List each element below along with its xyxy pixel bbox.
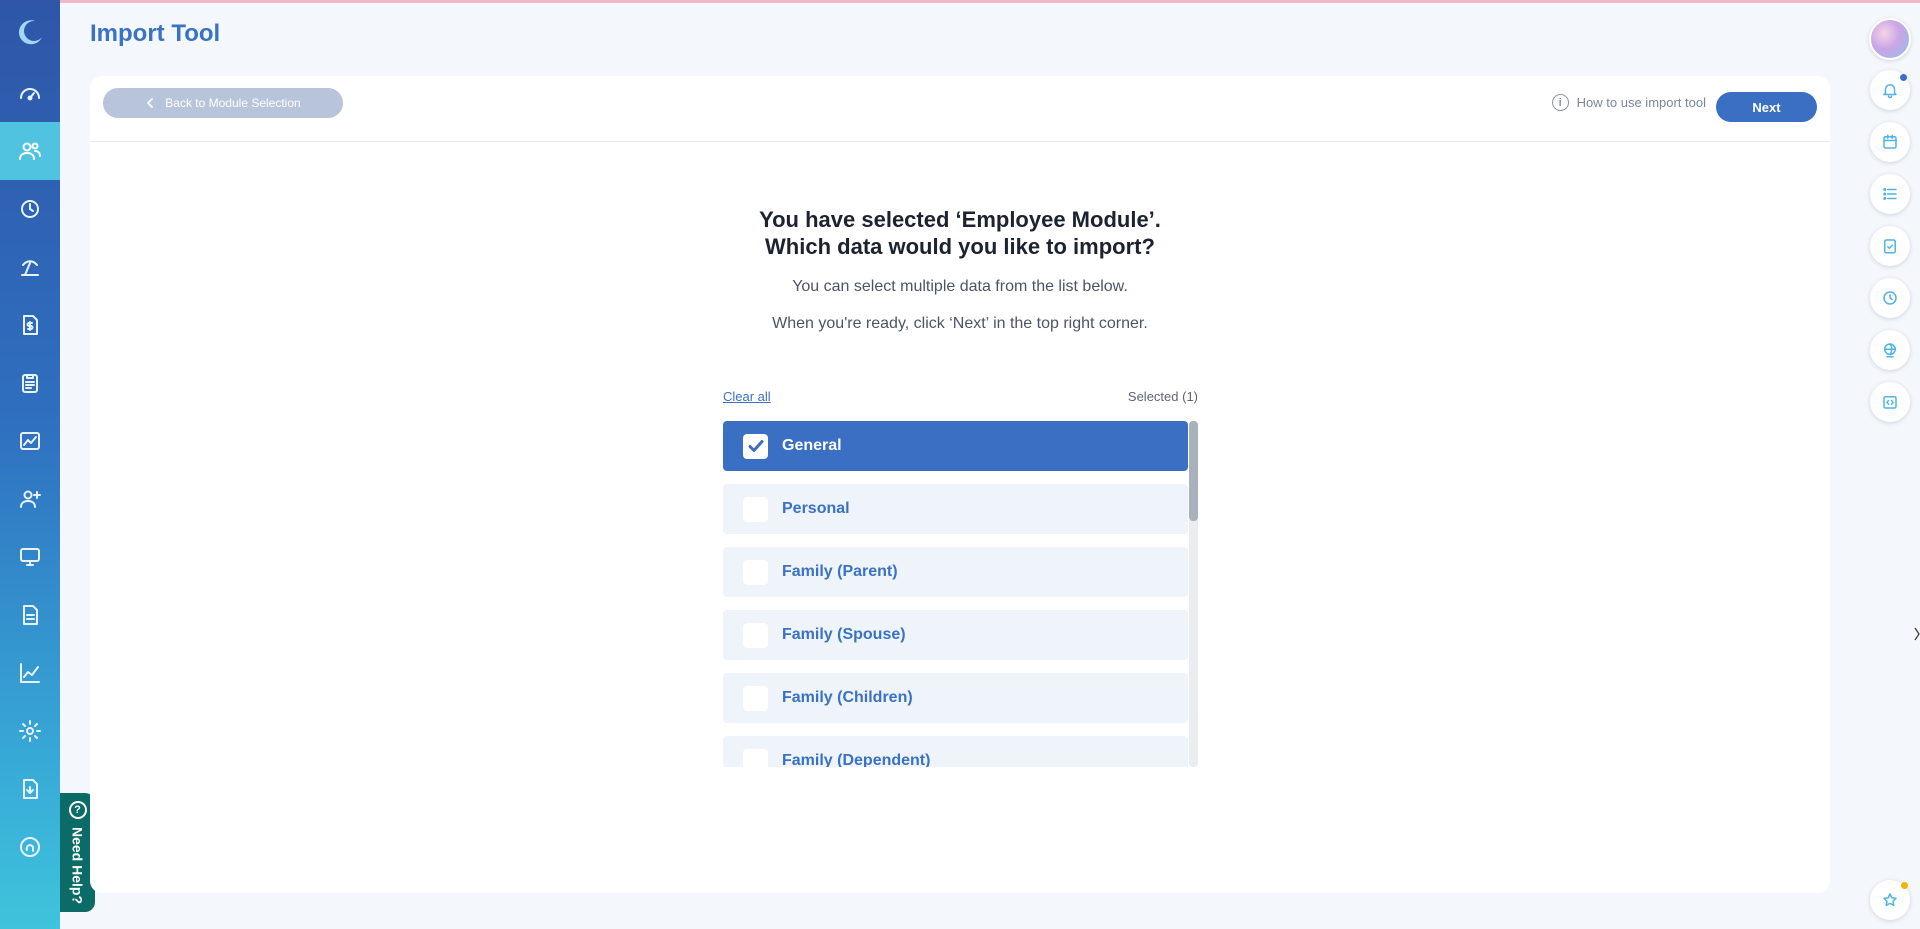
bell-icon (1883, 84, 1897, 99)
back-to-module-selection-button[interactable]: Back to Module Selection (103, 88, 343, 118)
employees-icon (19, 142, 41, 160)
data-type-list: General Personal Family (Parent) Family (Sp… (723, 421, 1188, 767)
clipboard-check-icon (1884, 239, 1896, 254)
checkmark-icon (748, 440, 763, 452)
list-item[interactable]: General (723, 421, 1188, 471)
list-item-label: Family (Dependent) (782, 752, 931, 767)
sidebar-item-reports[interactable] (0, 412, 60, 470)
checkbox[interactable] (743, 685, 768, 711)
list-item[interactable]: Personal (723, 484, 1188, 534)
sidebar-item-documents[interactable] (0, 586, 60, 644)
question-icon: ? (68, 801, 87, 819)
card-header: Back to Module Selection i How to use im… (90, 76, 1830, 142)
sidebar-item-security[interactable] (0, 818, 60, 876)
favorites-dot (1901, 882, 1908, 889)
list-item[interactable]: Family (Dependent) (723, 736, 1188, 767)
leave-icon (21, 260, 39, 276)
calendar-icon (1883, 134, 1897, 149)
claims-clipboard-icon (22, 374, 38, 393)
approvals-button[interactable] (1870, 226, 1910, 266)
sidebar-item-analytics[interactable] (0, 644, 60, 702)
list-header: Clear all Selected (1) (723, 389, 1198, 404)
calendar-button[interactable] (1870, 122, 1910, 162)
checkbox[interactable] (743, 748, 768, 767)
sidebar-item-dashboard[interactable] (0, 64, 60, 122)
list-item-label: Family (Parent) (782, 563, 898, 580)
selected-count: Selected (1) (1127, 389, 1198, 404)
list-item[interactable]: Family (Spouse) (723, 610, 1188, 660)
clock-icon (1883, 291, 1897, 305)
list-item-label: Family (Children) (782, 689, 913, 706)
sidebar-item-claims[interactable] (0, 354, 60, 412)
sidebar-item-payroll[interactable] (0, 296, 60, 354)
checkbox[interactable] (743, 496, 768, 522)
list-icon (1883, 188, 1897, 200)
list-item-label: Family (Spouse) (782, 626, 906, 643)
sidebar-item-employees[interactable] (0, 122, 60, 180)
notifications-button[interactable] (1870, 70, 1910, 110)
sidebar-item-recruitment[interactable] (0, 470, 60, 528)
heading-line-1: You have selected ‘Employee Module’. (759, 207, 1161, 232)
list-item[interactable]: Family (Parent) (723, 547, 1188, 597)
sidebar-item-leave[interactable] (0, 238, 60, 296)
list-scrollbar[interactable] (1189, 421, 1198, 767)
selection-heading: You have selected ‘Employee Module’. Whi… (90, 206, 1830, 260)
right-rail (1869, 18, 1911, 434)
sidebar (0, 0, 60, 929)
sidebar-item-training[interactable] (0, 528, 60, 586)
documents-icon (23, 605, 38, 625)
task-list-button[interactable] (1870, 174, 1910, 214)
training-monitor-icon (20, 548, 40, 566)
import-file-icon (23, 779, 38, 799)
app-logo[interactable] (0, 0, 60, 64)
mouse-cursor-icon (1914, 627, 1920, 641)
notification-dot (1900, 74, 1907, 81)
top-accent-line (0, 0, 1920, 3)
globe-button[interactable] (1870, 330, 1910, 370)
page-title: Import Tool (90, 20, 221, 47)
payroll-icon (23, 315, 38, 335)
clock-button[interactable] (1870, 278, 1910, 318)
time-history-icon (21, 200, 39, 218)
sidebar-item-import[interactable] (0, 760, 60, 818)
back-button-label: Back to Module Selection (165, 96, 301, 110)
instruction-text-1: You can select multiple data from the li… (792, 278, 1128, 295)
scrollbar-thumb[interactable] (1189, 421, 1198, 521)
checkbox[interactable] (743, 559, 768, 585)
list-item-label: Personal (782, 500, 850, 517)
sidebar-item-time[interactable] (0, 180, 60, 238)
code-icon (1883, 396, 1897, 409)
security-icon (20, 837, 40, 857)
checkbox[interactable] (743, 433, 768, 459)
recruitment-add-user-icon (20, 490, 41, 508)
clear-all-link[interactable]: Clear all (723, 389, 771, 404)
chevron-left-icon (147, 98, 154, 108)
checkbox[interactable] (743, 622, 768, 648)
instruction-text-2: When you're ready, click ‘Next’ in the t… (772, 315, 1148, 332)
globe-icon (1884, 343, 1896, 358)
favorites-button[interactable] (1870, 880, 1910, 920)
need-help-label: Need Help? (69, 827, 86, 905)
info-icon: i (1551, 94, 1569, 111)
settings-gear-icon (19, 720, 41, 742)
how-to-use-link[interactable]: i How to use import tool (1551, 94, 1706, 111)
analytics-icon (20, 663, 40, 683)
dashboard-gauge-icon (20, 88, 40, 101)
list-item[interactable]: Family (Children) (723, 673, 1188, 723)
list-item-label: General (782, 437, 842, 454)
star-icon (1883, 893, 1897, 907)
developer-button[interactable] (1870, 382, 1910, 422)
avatar[interactable] (1869, 18, 1911, 60)
next-button[interactable]: Next (1716, 92, 1817, 122)
reports-chart-icon (20, 432, 40, 450)
heading-line-2: Which data would you like to import? (765, 234, 1155, 259)
sidebar-item-settings[interactable] (0, 702, 60, 760)
how-to-use-label: How to use import tool (1576, 95, 1706, 110)
import-card: Back to Module Selection i How to use im… (90, 76, 1830, 893)
moon-logo-icon (18, 20, 42, 45)
